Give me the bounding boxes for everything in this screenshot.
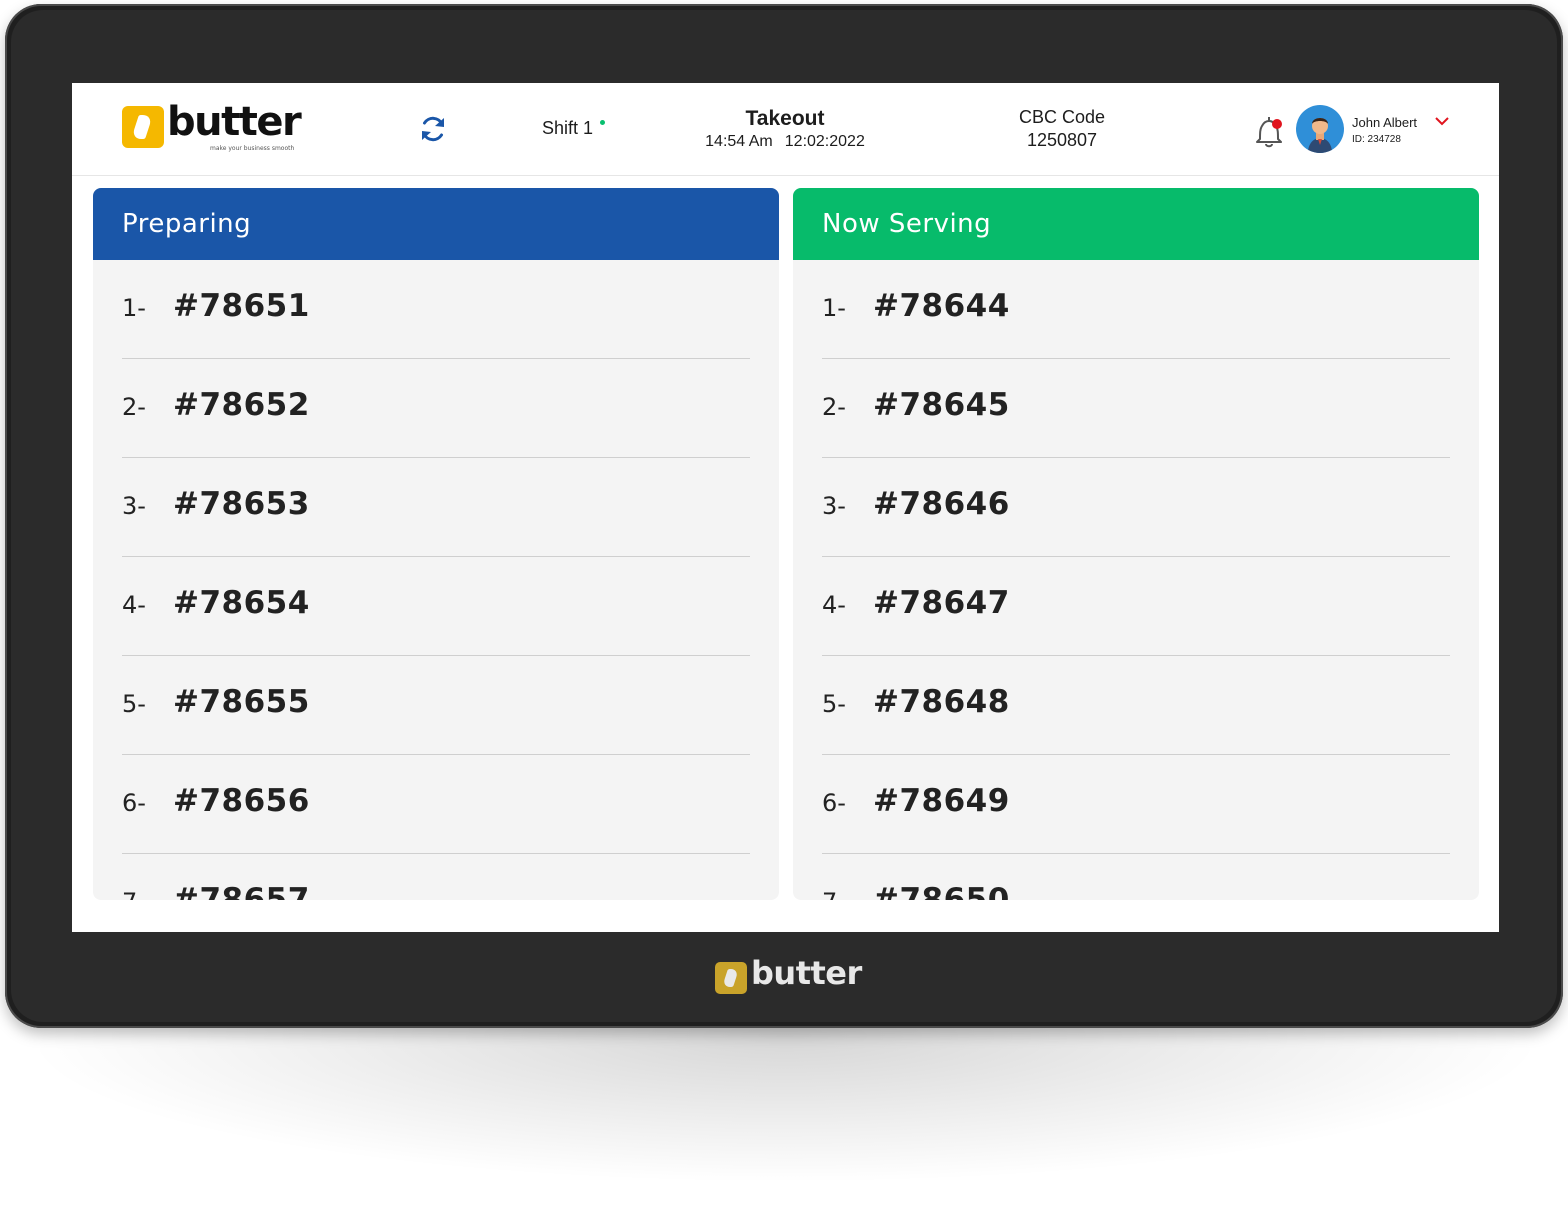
order-row[interactable]: 3- #78653 [122, 458, 750, 557]
bell-icon[interactable] [1252, 113, 1286, 149]
order-index: 3- [122, 492, 146, 520]
order-row[interactable]: 6- #78656 [122, 755, 750, 854]
now-serving-panel: Now Serving 1- #78644 2- #78645 3- #78646 4- #7… [793, 188, 1479, 900]
avatar[interactable] [1296, 105, 1344, 153]
cbc-code-label: CBC Code [1018, 107, 1106, 127]
order-row[interactable]: 6- #78649 [822, 755, 1450, 854]
user-id: ID: 234728 [1352, 134, 1401, 145]
order-row[interactable]: 2- #78652 [122, 359, 750, 458]
order-number: #78650 [873, 882, 1010, 900]
order-index: 7- [122, 888, 146, 900]
order-index: 2- [122, 393, 146, 421]
logo-mark-icon [122, 106, 164, 148]
order-index: 4- [122, 591, 146, 619]
order-number: #78653 [173, 486, 310, 522]
order-number: #78652 [173, 387, 310, 423]
order-index: 7- [822, 888, 846, 900]
device-brand-name: butter [751, 954, 862, 992]
order-row[interactable]: 3- #78646 [822, 458, 1450, 557]
order-number: #78648 [873, 684, 1010, 720]
order-number: #78644 [873, 288, 1010, 324]
order-row[interactable]: 1- #78644 [822, 260, 1450, 359]
now-serving-title: Now Serving [793, 188, 1479, 260]
brand-name: butter [167, 99, 302, 145]
order-number: #78651 [173, 288, 310, 324]
order-index: 1- [122, 294, 146, 322]
order-row[interactable]: 5- #78648 [822, 656, 1450, 755]
order-type: Takeout [745, 107, 825, 130]
brand-logo: butter make your business smooth [122, 99, 302, 155]
brand-tagline: make your business smooth [210, 145, 295, 152]
datetime: 14:54 Am 12:02:2022 [692, 133, 878, 151]
order-index: 1- [822, 294, 846, 322]
order-index: 4- [822, 591, 846, 619]
cbc-code-block: CBC Code 1250807 [1000, 107, 1124, 151]
order-type-block: Takeout 14:54 Am 12:02:2022 [692, 107, 878, 151]
user-name: John Albert [1352, 115, 1418, 130]
order-number: #78657 [173, 882, 310, 900]
chevron-down-icon[interactable] [1434, 115, 1450, 127]
order-row[interactable]: 1- #78651 [122, 260, 750, 359]
order-number: #78655 [173, 684, 310, 720]
preparing-panel: Preparing 1- #78651 2- #78652 3- #78653 4- #786… [93, 188, 779, 900]
order-row[interactable]: 7- #78657 [122, 854, 750, 900]
order-index: 6- [122, 789, 146, 817]
order-number: #78646 [873, 486, 1010, 522]
order-index: 5- [822, 690, 846, 718]
order-number: #78649 [873, 783, 1010, 819]
now-serving-list: 1- #78644 2- #78645 3- #78646 4- #78647 5- #78648… [822, 260, 1450, 900]
order-number: #78656 [173, 783, 310, 819]
shift-status-dot [600, 120, 605, 125]
order-number: #78647 [873, 585, 1010, 621]
refresh-icon[interactable] [418, 114, 448, 144]
device-logo-mark-icon [715, 962, 747, 994]
cbc-code-value: 1250807 [1026, 130, 1098, 150]
screen: butter make your business smooth Shift 1… [72, 83, 1499, 932]
order-number: #78654 [173, 585, 310, 621]
order-row[interactable]: 2- #78645 [822, 359, 1450, 458]
shift-label: Shift 1 [542, 118, 594, 138]
order-row[interactable]: 7- #78650 [822, 854, 1450, 900]
order-row[interactable]: 5- #78655 [122, 656, 750, 755]
order-index: 2- [822, 393, 846, 421]
order-index: 5- [122, 690, 146, 718]
device-logo: butter [715, 954, 875, 1000]
preparing-title: Preparing [93, 188, 779, 260]
date: 12:02:2022 [784, 133, 865, 150]
preparing-list: 1- #78651 2- #78652 3- #78653 4- #78654 5- #78655… [122, 260, 750, 900]
order-index: 6- [822, 789, 846, 817]
order-row[interactable]: 4- #78654 [122, 557, 750, 656]
top-bar: butter make your business smooth Shift 1… [72, 83, 1499, 176]
order-row[interactable]: 4- #78647 [822, 557, 1450, 656]
order-number: #78645 [873, 387, 1010, 423]
shift-indicator[interactable]: Shift 1 [542, 118, 605, 139]
order-index: 3- [822, 492, 846, 520]
time: 14:54 Am [705, 133, 773, 150]
